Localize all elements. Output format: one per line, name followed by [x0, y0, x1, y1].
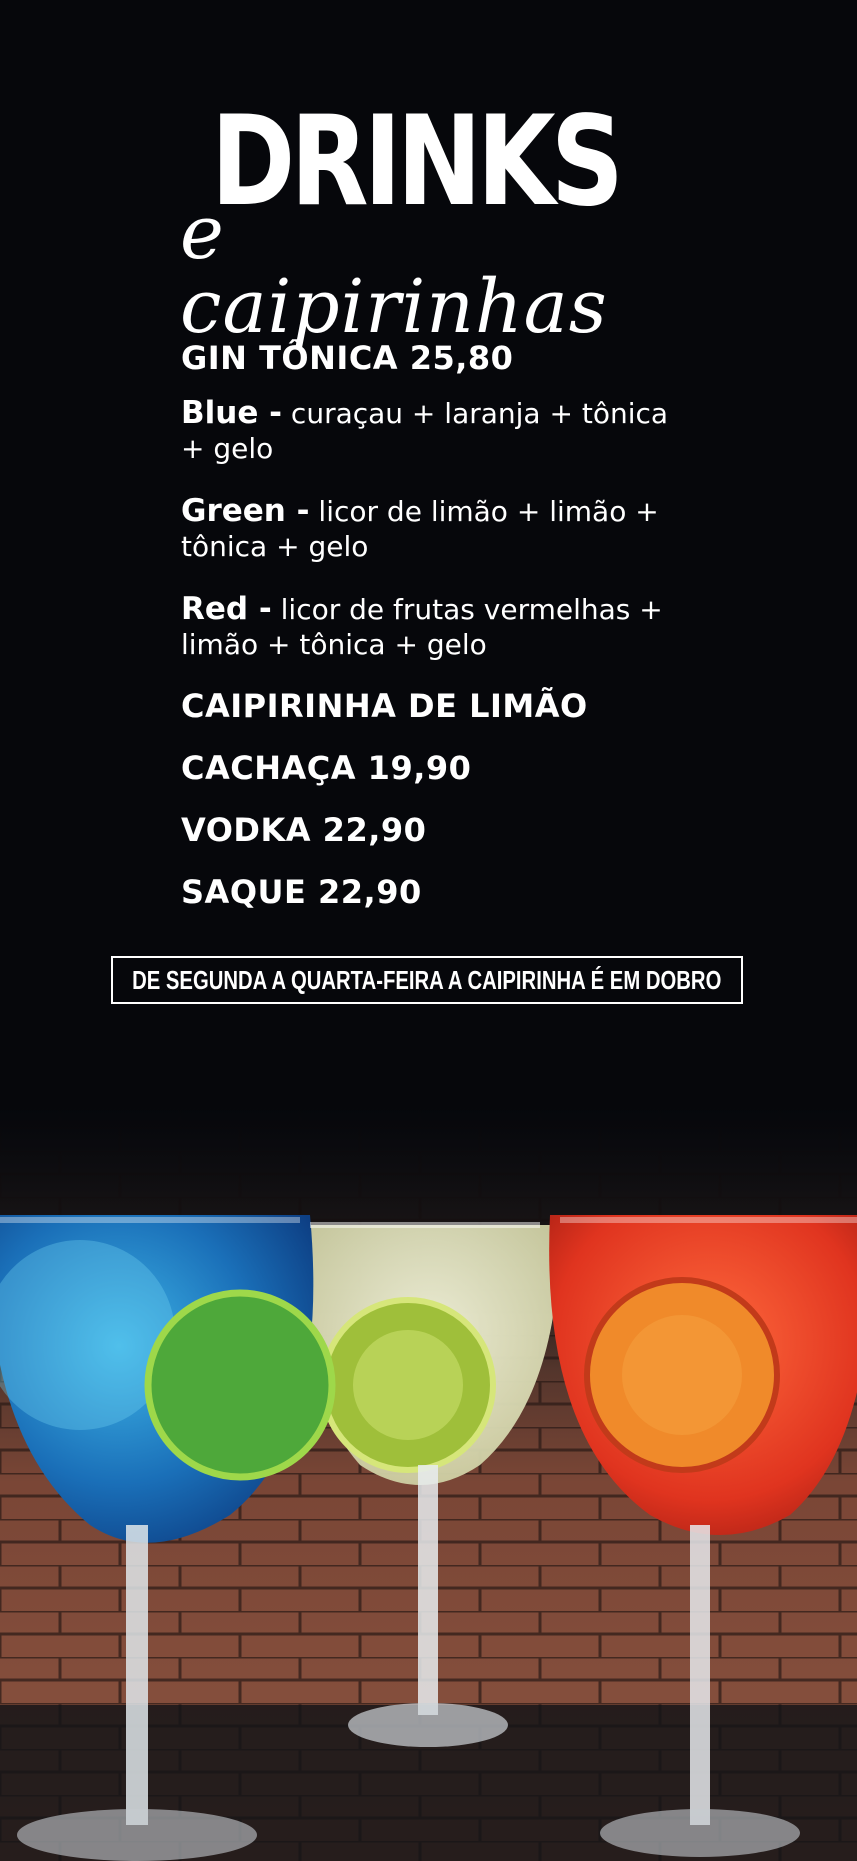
variant-desc-cont: limão + tônica + gelo — [181, 628, 487, 661]
caipirinha-option-vodka: VODKA 22,90 — [181, 811, 427, 849]
gin-tonica-heading: GIN TÔNICA 25,80 — [181, 339, 514, 377]
menu-subtitle: e caipirinhas — [180, 190, 608, 350]
variant-desc: curaçau + laranja + tônica — [290, 397, 669, 430]
variant-blue: Blue - curaçau + laranja + tônica + gelo — [181, 396, 701, 466]
variant-green: Green - licor de limão + limão + tônica … — [181, 494, 701, 564]
cocktail-glasses-image — [0, 1105, 857, 1861]
variant-desc-cont: + gelo — [181, 432, 274, 465]
variant-desc-cont: tônica + gelo — [181, 530, 369, 563]
variant-desc: licor de limão + limão + — [318, 495, 659, 528]
variant-red: Red - licor de frutas vermelhas + limão … — [181, 592, 701, 662]
menu-page: DRINKS e caipirinhas GIN TÔNICA 25,80 Bl… — [0, 0, 857, 1861]
variant-name: Green - — [181, 493, 310, 529]
variant-name: Blue - — [181, 395, 283, 431]
drinks-list: GIN TÔNICA 25,80 Blue - curaçau + laranj… — [181, 336, 701, 932]
variant-name: Red - — [181, 591, 272, 627]
caipirinha-option-cachaca: CACHAÇA 19,90 — [181, 749, 472, 787]
caipirinha-heading: CAIPIRINHA DE LIMÃO — [181, 687, 588, 725]
promo-text: DE SEGUNDA A QUARTA-FEIRA A CAIPIRINHA É… — [132, 964, 722, 995]
variant-desc: licor de frutas vermelhas + — [280, 593, 663, 626]
caipirinha-option-saque: SAQUE 22,90 — [181, 873, 422, 911]
promo-banner: DE SEGUNDA A QUARTA-FEIRA A CAIPIRINHA É… — [111, 956, 743, 1004]
